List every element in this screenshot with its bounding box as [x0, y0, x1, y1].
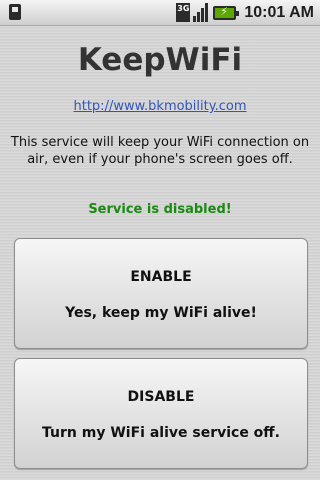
status-clock: 10:01 AM: [244, 3, 314, 21]
service-status-text: Service is disabled!: [88, 202, 232, 217]
main-content: KeepWiFi http://www.bkmobility.com This …: [0, 26, 320, 480]
signal-strength-icon: [193, 3, 209, 22]
enable-button-subtitle: Yes, keep my WiFi alive!: [65, 305, 257, 321]
disable-button[interactable]: DISABLE Turn my WiFi alive service off.: [14, 358, 308, 469]
sd-card-icon: [9, 4, 21, 20]
disable-button-label: DISABLE: [127, 389, 195, 405]
battery-charging-icon: ⚡: [213, 4, 240, 20]
app-title: KeepWiFi: [77, 42, 243, 78]
enable-button-label: ENABLE: [130, 269, 192, 285]
network-3g-icon: 3G: [176, 3, 191, 22]
network-type-label: 3G: [177, 4, 190, 13]
charging-bolt-icon: ⚡: [220, 4, 229, 18]
website-link[interactable]: http://www.bkmobility.com: [0, 99, 320, 114]
service-description: This service will keep your WiFi connect…: [10, 135, 310, 167]
enable-button[interactable]: ENABLE Yes, keep my WiFi alive!: [14, 238, 308, 349]
disable-button-subtitle: Turn my WiFi alive service off.: [42, 425, 280, 441]
status-bar: 3G ⚡ 10:01 AM: [0, 0, 320, 26]
